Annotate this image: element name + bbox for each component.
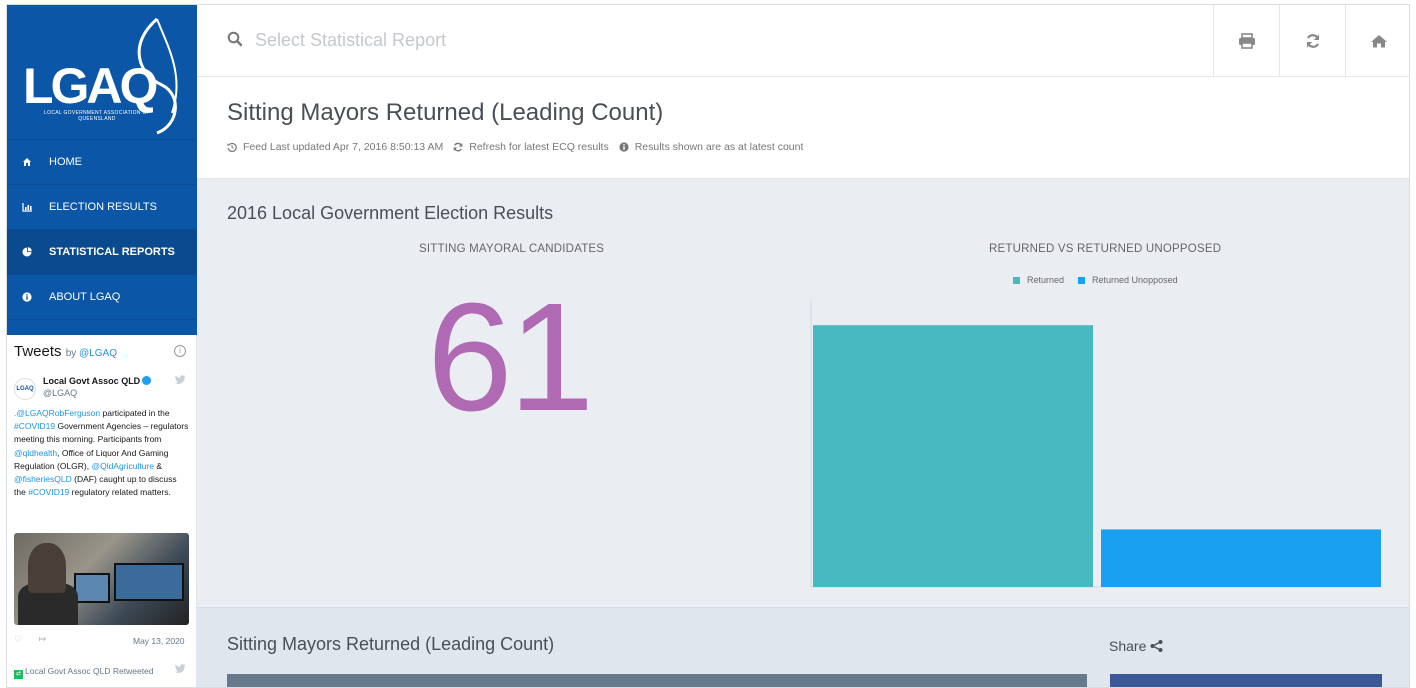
sidebar-item-label: ELECTION RESULTS (49, 201, 157, 213)
retweet-icon: ⇄ (14, 670, 23, 679)
app-frame: LGAQ LOCAL GOVERNMENT ASSOCIATION OF QUE… (6, 4, 1410, 688)
refresh-results-link[interactable]: Refresh for latest ECQ results (453, 141, 609, 153)
pie-chart-icon (21, 246, 33, 258)
chart-legend: Returned Returned Unopposed (1013, 275, 1192, 285)
report-title: Sitting Mayors Returned (Leading Count) (227, 634, 555, 654)
tweet-date[interactable]: May 13, 2020 (133, 636, 185, 646)
top-bar (197, 5, 1409, 77)
returned-bar-chart (810, 299, 1383, 588)
tweet-link[interactable]: @qldhealth (14, 448, 57, 458)
tweets-heading: Tweets by @LGAQ (14, 343, 117, 360)
sitting-mayoral-candidates-label: SITTING MAYORAL CANDIDATES (419, 243, 605, 255)
bar-returned-unopposed[interactable] (1101, 529, 1381, 587)
tweet-author-handle[interactable]: @LGAQ (43, 388, 77, 398)
results-section: 2016 Local Government Election Results S… (197, 179, 1409, 607)
lgaq-logo[interactable]: LGAQ LOCAL GOVERNMENT ASSOCIATION OF QUE… (7, 5, 197, 139)
legend-item-returned-unopposed[interactable]: Returned Unopposed (1078, 275, 1178, 285)
share-icon[interactable]: ↦ (39, 634, 47, 644)
sidebar-item-home[interactable]: HOME (7, 139, 197, 184)
tweet-link[interactable]: @fisheriesQLD (14, 474, 72, 484)
tweet-link[interactable]: .@LGAQRobFerguson (14, 408, 100, 418)
chart-title: RETURNED VS RETURNED UNOPPOSED (989, 243, 1222, 255)
tweet-text-segment: regulatory related matters. (69, 487, 171, 498)
bar-chart-icon (21, 201, 33, 213)
feed-meta: Feed Last updated Apr 7, 2016 8:50:13 AM… (227, 141, 813, 153)
tweet-photo[interactable] (14, 533, 189, 625)
report-table-header (227, 674, 1087, 687)
print-icon (1238, 33, 1255, 49)
info-icon[interactable]: i (174, 345, 186, 357)
sidebar-item-about-lgaq[interactable]: ABOUT LGAQ (7, 274, 197, 319)
verified-icon (142, 376, 152, 385)
info-small-icon (619, 142, 629, 152)
page-header: Sitting Mayors Returned (Leading Count) … (197, 77, 1409, 179)
history-icon (227, 142, 237, 152)
share-button[interactable]: Share (1109, 638, 1163, 654)
avatar[interactable]: LGAQ (14, 378, 36, 400)
sidebar-item-label: STATISTICAL REPORTS (49, 246, 175, 258)
legend-swatch (1013, 276, 1020, 284)
tweets-handle-link[interactable]: @LGAQ (79, 348, 117, 359)
sidebar-nav: HOME ELECTION RESULTS STATISTICAL REPORT… (7, 139, 197, 320)
sidebar-item-label: ABOUT LGAQ (49, 291, 121, 303)
home-icon (1370, 35, 1387, 48)
twitter-bird-icon[interactable] (175, 375, 186, 387)
sidebar-item-election-results[interactable]: ELECTION RESULTS (7, 184, 197, 229)
retweet-label: ⇄ Local Govt Assoc QLD Retweeted (14, 666, 154, 679)
tweet-link[interactable]: @QldAgriculture (91, 461, 153, 471)
report-search-input[interactable] (255, 28, 755, 52)
logo-main-text: LGAQ (23, 58, 158, 114)
page-title: Sitting Mayors Returned (Leading Count) (227, 99, 664, 126)
legend-swatch (1078, 276, 1086, 284)
facebook-share-bar[interactable] (1110, 674, 1382, 687)
search-icon (227, 31, 243, 52)
tweet-text-segment: & (153, 460, 162, 471)
legend-item-returned[interactable]: Returned (1013, 275, 1064, 285)
home-icon (21, 156, 33, 168)
section-title: 2016 Local Government Election Results (227, 203, 554, 223)
tweet-actions: ♡ ↦ (14, 634, 46, 645)
twitter-bird-icon[interactable] (175, 664, 186, 676)
tweet-text-segment: participated in the (100, 408, 170, 418)
sidebar: LGAQ LOCAL GOVERNMENT ASSOCIATION OF QUE… (7, 5, 197, 687)
logo-sub-text: LOCAL GOVERNMENT ASSOCIATION OF QUEENSLA… (44, 110, 150, 122)
bar-returned[interactable] (813, 325, 1093, 587)
results-note: Results shown are as at latest count (619, 141, 803, 153)
refresh-icon (1306, 34, 1319, 48)
refresh-small-icon (453, 142, 463, 152)
tweet-text: .@LGAQRobFerguson participated in the #C… (14, 407, 189, 499)
tweet-link[interactable]: #COVID19 (28, 487, 69, 497)
sidebar-item-label: HOME (49, 156, 82, 168)
sidebar-item-statistical-reports[interactable]: STATISTICAL REPORTS (7, 229, 197, 274)
heart-icon[interactable]: ♡ (14, 634, 22, 644)
info-icon (21, 291, 33, 303)
share-icon (1150, 640, 1163, 652)
refresh-button[interactable] (1279, 5, 1345, 77)
home-button[interactable] (1345, 5, 1409, 77)
tweet-link[interactable]: #COVID19 (14, 421, 55, 431)
report-section: Sitting Mayors Returned (Leading Count) … (197, 607, 1409, 687)
twitter-timeline: Tweets by @LGAQ i LGAQ Local Govt Assoc … (7, 335, 197, 687)
print-button[interactable] (1213, 5, 1279, 77)
tweet-author-name[interactable]: Local Govt Assoc QLD (43, 376, 152, 386)
last-updated-meta: Feed Last updated Apr 7, 2016 8:50:13 AM (227, 141, 443, 153)
sitting-mayoral-candidates-count: 61 (427, 271, 594, 443)
